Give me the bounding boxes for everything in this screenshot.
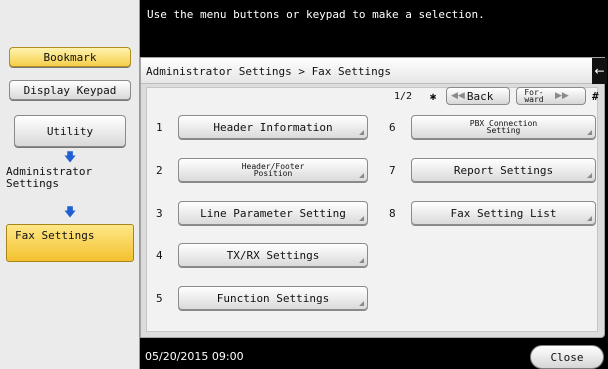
breadcrumb-text: Administrator Settings > Fax Settings bbox=[146, 65, 392, 78]
utility-label: Utility bbox=[46, 124, 94, 138]
left-sidebar: Bookmark Display Keypad Utility 🡇 Admini… bbox=[0, 0, 140, 369]
collapse-arrow-icon[interactable]: ← bbox=[592, 58, 607, 84]
option-number: 3 bbox=[156, 206, 163, 220]
option-1: 1 Header Information bbox=[152, 114, 368, 140]
option-label: Header/Footer Position bbox=[241, 162, 305, 178]
option-number: 4 bbox=[156, 248, 163, 262]
hash-icon: # bbox=[592, 89, 599, 103]
utility-button[interactable]: Utility bbox=[14, 115, 126, 147]
line-parameter-setting-button[interactable]: Line Parameter Setting bbox=[178, 201, 368, 225]
option-label: Fax Setting List bbox=[450, 206, 557, 220]
option-number: 5 bbox=[156, 291, 163, 305]
option-4: 4 TX/RX Settings bbox=[152, 242, 368, 268]
option-label: Report Settings bbox=[453, 163, 554, 177]
bookmark-label: Bookmark bbox=[43, 50, 97, 64]
option-label: TX/RX Settings bbox=[226, 248, 320, 262]
bookmark-button[interactable]: Bookmark bbox=[9, 47, 131, 67]
function-settings-button[interactable]: Function Settings bbox=[178, 286, 368, 310]
settings-panel: Administrator Settings > Fax Settings ← … bbox=[140, 57, 607, 338]
instruction-text: Use the menu buttons or keypad to make a… bbox=[147, 8, 485, 21]
option-label: Line Parameter Setting bbox=[200, 206, 346, 220]
forward-label: For- ward bbox=[524, 88, 544, 104]
back-button[interactable]: ◀◀ Back bbox=[446, 87, 510, 105]
page-indicator: 1/2 bbox=[393, 90, 413, 102]
back-label: Back bbox=[466, 89, 494, 103]
instruction-message: Use the menu buttons or keypad to make a… bbox=[140, 0, 608, 52]
option-label: Header Information bbox=[213, 120, 333, 134]
tx-rx-settings-button[interactable]: TX/RX Settings bbox=[178, 243, 368, 267]
forward-button[interactable]: For- ward ▶▶ bbox=[516, 87, 586, 105]
option-number: 1 bbox=[156, 120, 163, 134]
administrator-settings-crumb[interactable]: Administrator Settings bbox=[6, 166, 136, 190]
option-6: 6 PBX Connection Setting bbox=[385, 114, 596, 140]
display-keypad-label: Display Keypad bbox=[23, 83, 117, 97]
option-2: 2 Header/Footer Position bbox=[152, 157, 368, 183]
footer-bar: 05/20/2015 09:00 Close bbox=[140, 343, 608, 369]
pbx-connection-setting-button[interactable]: PBX Connection Setting bbox=[411, 115, 596, 139]
close-label: Close bbox=[550, 350, 584, 364]
option-label: Function Settings bbox=[216, 291, 330, 305]
date-time: 05/20/2015 09:00 bbox=[145, 350, 244, 363]
forward-arrow-icon: ▶▶ bbox=[555, 91, 569, 101]
fax-setting-list-button[interactable]: Fax Setting List bbox=[411, 201, 596, 225]
report-settings-button[interactable]: Report Settings bbox=[411, 158, 596, 182]
display-keypad-button[interactable]: Display Keypad bbox=[9, 80, 131, 100]
option-number: 6 bbox=[389, 120, 396, 134]
fax-settings-label: Fax Settings bbox=[15, 229, 95, 242]
down-arrow-icon: 🡇 bbox=[63, 205, 77, 219]
breadcrumb: Administrator Settings > Fax Settings bbox=[141, 58, 604, 84]
option-5: 5 Function Settings bbox=[152, 285, 368, 311]
fax-settings-crumb[interactable]: Fax Settings bbox=[6, 224, 134, 262]
option-7: 7 Report Settings bbox=[385, 157, 596, 183]
option-label: PBX Connection Setting bbox=[469, 119, 538, 135]
option-number: 2 bbox=[156, 163, 163, 177]
option-8: 8 Fax Setting List bbox=[385, 200, 596, 226]
option-number: 7 bbox=[389, 163, 396, 177]
option-3: 3 Line Parameter Setting bbox=[152, 200, 368, 226]
header-information-button[interactable]: Header Information bbox=[178, 115, 368, 139]
close-button[interactable]: Close bbox=[530, 345, 604, 369]
page-navigation: 1/2 ✱ ◀◀ Back For- ward ▶▶ # bbox=[386, 85, 599, 107]
header-footer-position-button[interactable]: Header/Footer Position bbox=[178, 158, 368, 182]
option-number: 8 bbox=[389, 206, 396, 220]
back-arrow-icon: ◀◀ bbox=[451, 91, 465, 101]
star-icon: ✱ bbox=[429, 89, 437, 103]
